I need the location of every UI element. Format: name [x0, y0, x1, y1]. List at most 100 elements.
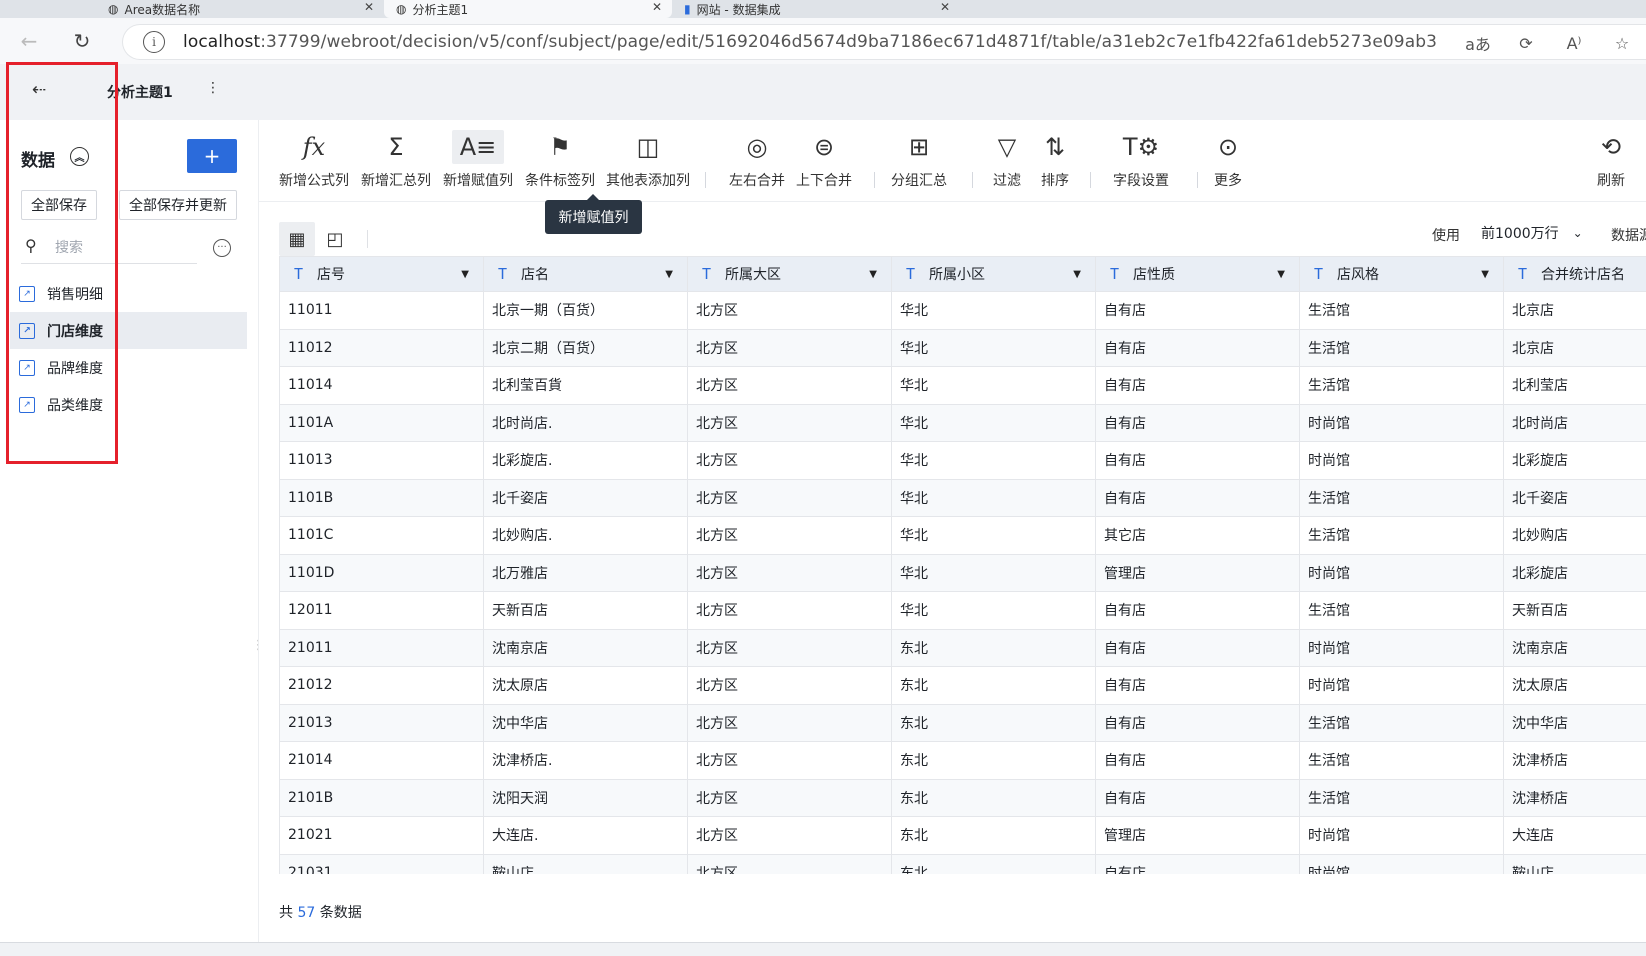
row-limit-select[interactable]: 前1000万行 ⌄	[1481, 217, 1609, 249]
field-settings-button[interactable]: T⚙ 字段设置	[1113, 130, 1169, 196]
table-row[interactable]: 11013 北彩旋店. 北方区 华北 自有店 时尚馆 北彩旋店	[279, 441, 1646, 480]
more-circle-icon: ⊙	[1217, 133, 1239, 161]
filter-button[interactable]: ▽ 过滤	[993, 130, 1021, 196]
table-cell: 北方区	[687, 366, 892, 405]
table-cell: 21012	[279, 666, 484, 705]
toolbar: fx 新增公式列 Σ 新增汇总列 A≡ 新增赋值列 ⚑ 条件标签列 ◫ 其他表添…	[259, 120, 1646, 202]
tool-label: 过滤	[993, 173, 1021, 189]
translate-icon[interactable]: aあ	[1454, 31, 1502, 55]
table-row[interactable]: 21014 沈津桥店. 北方区 东北 自有店 生活馆 沈津桥店	[279, 741, 1646, 780]
add-other-table-column-button[interactable]: ◫ 其他表添加列	[606, 130, 690, 196]
table-row[interactable]: 1101A 北时尚店. 北方区 华北 自有店 时尚馆 北时尚店	[279, 403, 1646, 442]
table-row[interactable]: 1101B 北千姿店 北方区 华北 自有店 生活馆 北千姿店	[279, 478, 1646, 517]
table-cell: 北方区	[687, 628, 892, 667]
table-row[interactable]: 2101B 沈阳天润 北方区 东北 自有店 生活馆 沈津桥店	[279, 778, 1646, 817]
layout-view-icon[interactable]: ◰	[317, 222, 353, 256]
read-aloud-icon[interactable]: A⁾	[1550, 34, 1598, 53]
table-cell: 华北	[891, 516, 1096, 555]
table-cell: 生活馆	[1299, 516, 1504, 555]
table-cell: 北方区	[687, 816, 892, 855]
grid-view-icon[interactable]: ▦	[279, 222, 315, 256]
group-summary-button[interactable]: ⊞ 分组汇总	[891, 130, 947, 196]
add-data-button[interactable]: +	[187, 139, 237, 173]
info-icon[interactable]: i	[143, 31, 165, 53]
sidebar-item-category-dimension[interactable]: ↗ 品类维度	[10, 386, 247, 423]
dropdown-caret-icon[interactable]: ▼	[1073, 269, 1081, 280]
save-all-button[interactable]: 全部保存	[21, 190, 97, 220]
exit-icon[interactable]: ⇠	[28, 80, 50, 102]
table-row[interactable]: 1101C 北妙购店. 北方区 华北 其它店 生活馆 北妙购店	[279, 516, 1646, 555]
add-formula-column-button[interactable]: fx 新增公式列	[279, 130, 349, 196]
more-options-icon[interactable]: ···	[213, 239, 231, 257]
sidebar-item-store-dimension[interactable]: ↗ 门店维度	[10, 312, 247, 349]
chevron-down-icon: ⌄	[1572, 226, 1583, 240]
sync-icon[interactable]: ⟳	[1502, 34, 1550, 53]
browser-tab-2[interactable]: ◍ 分析主题1 ✕	[384, 0, 672, 18]
browser-tab-3[interactable]: ▮ 网站 - 数据集成 ✕	[672, 0, 960, 18]
merge-up-down-button[interactable]: ⊜ 上下合并	[796, 130, 852, 196]
table-icon: ↗	[19, 285, 35, 302]
sidebar-item-label: 销售明细	[47, 286, 103, 303]
column-header[interactable]: T 所属小区 ▼	[891, 256, 1096, 292]
close-icon[interactable]: ✕	[364, 0, 374, 14]
table-cell: 生活馆	[1299, 291, 1504, 330]
sort-button[interactable]: ⇅ 排序	[1041, 130, 1069, 196]
table-row[interactable]: 11011 北京一期（百货） 北方区 华北 自有店 生活馆 北京店	[279, 291, 1646, 330]
search-input[interactable]: ⚲ 搜索	[21, 230, 197, 264]
table-row[interactable]: 1101D 北万雅店 北方区 华北 管理店 时尚馆 北彩旋店	[279, 553, 1646, 592]
column-header[interactable]: T 店号 ▼	[279, 256, 484, 292]
table-cell: 北妙购店	[1503, 516, 1646, 555]
column-header[interactable]: T 店性质 ▼	[1095, 256, 1300, 292]
table-row[interactable]: 21013 沈中华店 北方区 东北 自有店 生活馆 沈中华店	[279, 703, 1646, 742]
dropdown-caret-icon[interactable]: ▼	[869, 269, 877, 280]
table-row[interactable]: 12011 天新百店 北方区 华北 自有店 生活馆 天新百店	[279, 591, 1646, 630]
column-header[interactable]: T 合并统计店名	[1503, 256, 1646, 292]
table-cell: 北方区	[687, 441, 892, 480]
back-arrow-icon[interactable]: ←	[14, 26, 44, 56]
url-field[interactable]: i localhost:37799/webroot/decision/v5/co…	[122, 24, 1646, 60]
close-icon[interactable]: ✕	[940, 0, 950, 14]
column-header-label: 店风格	[1337, 267, 1380, 283]
table-cell: 生活馆	[1299, 366, 1504, 405]
more-button[interactable]: ⊙ 更多	[1214, 130, 1242, 196]
table-row[interactable]: 11012 北京二期（百货） 北方区 华北 自有店 生活馆 北京店	[279, 328, 1646, 367]
column-header[interactable]: T 所属大区 ▼	[687, 256, 892, 292]
table-cell: 生活馆	[1299, 778, 1504, 817]
table-row[interactable]: 11014 北利莹百貨 北方区 华北 自有店 生活馆 北利莹店	[279, 366, 1646, 405]
add-assign-column-button[interactable]: A≡ 新增赋值列	[443, 130, 513, 196]
favorites-icon[interactable]: ☆	[1598, 34, 1646, 53]
table-cell: 自有店	[1095, 778, 1300, 817]
reload-icon[interactable]: ↻	[67, 26, 97, 56]
table-cell: 北方区	[687, 591, 892, 630]
table-row[interactable]: 21012 沈太原店 北方区 东北 自有店 时尚馆 沈太原店	[279, 666, 1646, 705]
table-cell: 1101A	[279, 403, 484, 442]
browser-tab-1[interactable]: ◍ Area数据名称 ✕	[96, 0, 384, 18]
table-row[interactable]: 21031 鞍山店 北方区 东北 自有店 时尚馆 鞍山店	[279, 853, 1646, 874]
table-cell: 自有店	[1095, 741, 1300, 780]
save-all-update-button[interactable]: 全部保存并更新	[119, 190, 237, 220]
field-settings-icon: T⚙	[1122, 133, 1160, 161]
table-row[interactable]: 21021 大连店. 北方区 东北 管理店 时尚馆 大连店	[279, 816, 1646, 855]
add-condition-label-button[interactable]: ⚑ 条件标签列	[525, 130, 595, 196]
dropdown-caret-icon[interactable]: ▼	[665, 269, 673, 280]
dropdown-caret-icon[interactable]: ▼	[461, 269, 469, 280]
column-header[interactable]: T 店名 ▼	[483, 256, 688, 292]
table-row[interactable]: 21011 沈南京店 北方区 东北 自有店 时尚馆 沈南京店	[279, 628, 1646, 667]
sidebar-item-sales-detail[interactable]: ↗ 销售明细	[10, 275, 247, 312]
column-header[interactable]: T 店风格 ▼	[1299, 256, 1504, 292]
toolbar-divider	[972, 172, 973, 188]
table-cell: 11014	[279, 366, 484, 405]
sidebar-item-brand-dimension[interactable]: ↗ 品牌维度	[10, 349, 247, 386]
merge-left-right-button[interactable]: ◎ 左右合并	[729, 130, 785, 196]
table-cell: 其它店	[1095, 516, 1300, 555]
data-table: T 店号 ▼ T 店名 ▼ T 所属大区 ▼ T 所属小区 ▼ T 店性质 ▼ T 店风格 ▼ T 合并统计店名 11…	[279, 256, 1646, 874]
close-icon[interactable]: ✕	[652, 0, 662, 14]
dropdown-caret-icon[interactable]: ▼	[1277, 269, 1285, 280]
collapse-up-icon[interactable]: ︽	[70, 147, 89, 166]
table-cell: 21031	[279, 853, 484, 874]
add-summary-column-button[interactable]: Σ 新增汇总列	[361, 130, 431, 196]
refresh-button[interactable]: ⟲ 刷新	[1597, 130, 1625, 196]
sidebar-item-label: 品类维度	[47, 397, 103, 414]
dropdown-caret-icon[interactable]: ▼	[1481, 269, 1489, 280]
vertical-more-icon[interactable]: ⋮	[206, 80, 220, 96]
